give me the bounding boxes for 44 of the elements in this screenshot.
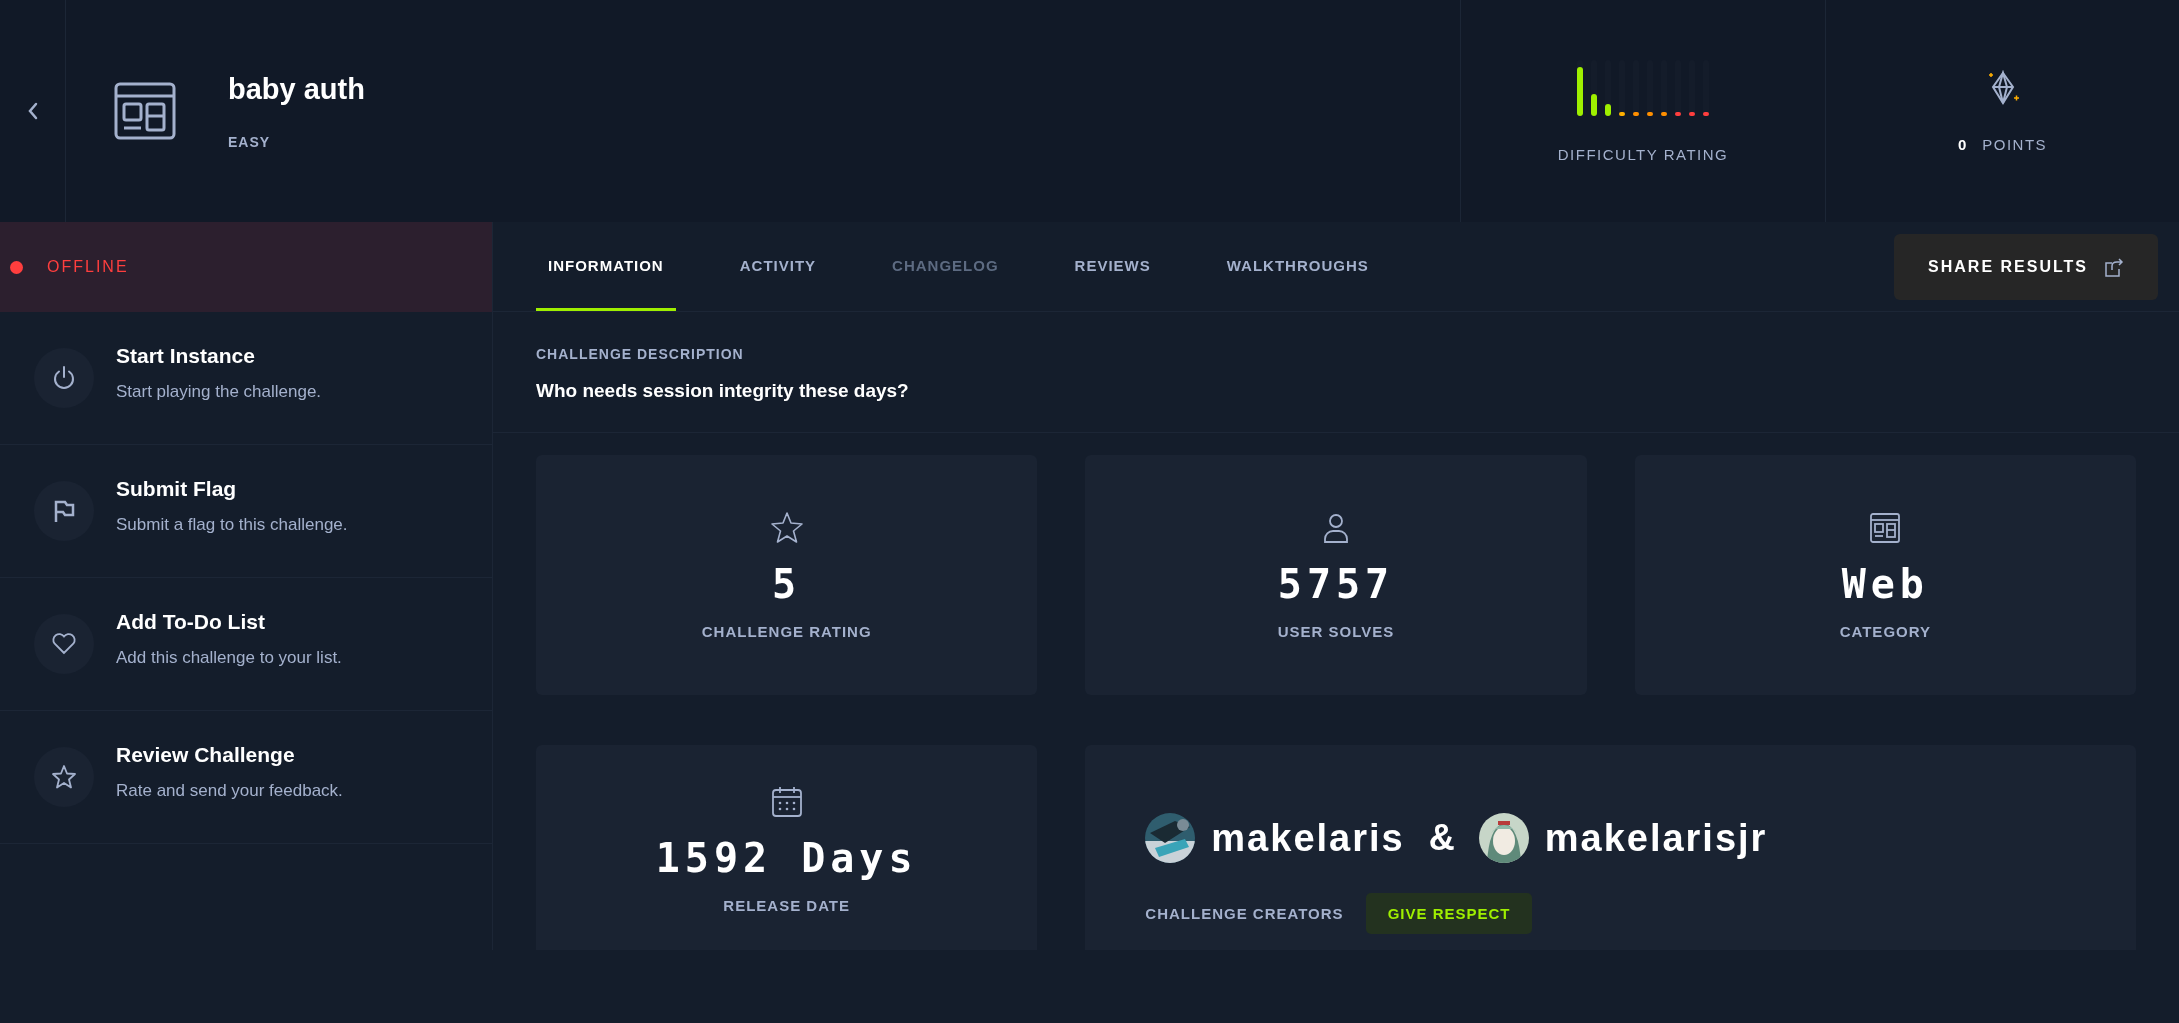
sidebar-action[interactable]: Add To-Do List Add this challenge to your list.	[0, 578, 492, 711]
creator-name[interactable]: makelarisjr	[1544, 816, 1768, 860]
tab[interactable]: REVIEWS	[1062, 222, 1163, 311]
star-icon	[769, 510, 804, 545]
points-value: 0	[1957, 135, 1967, 153]
challenge-title: baby auth	[228, 72, 365, 106]
action-subtitle: Submit a flag to this challenge.	[116, 515, 348, 535]
stat-value: 1592 Days	[655, 835, 918, 881]
difficulty-label: EASY	[228, 133, 272, 150]
tab[interactable]: ACTIVITY	[727, 222, 829, 311]
creator-name[interactable]: makelaris	[1211, 816, 1405, 860]
tab[interactable]: INFORMATION	[536, 222, 676, 311]
stat-label: CHALLENGE RATING	[701, 622, 872, 640]
browser-window-icon	[1868, 510, 1903, 545]
give-respect-button[interactable]: GIVE RESPECT	[1365, 893, 1533, 934]
status-label: OFFLINE	[47, 258, 129, 276]
description-heading: CHALLENGE DESCRIPTION	[536, 346, 745, 362]
action-title: Start Instance	[116, 344, 256, 368]
creators-label: CHALLENGE CREATORS	[1145, 905, 1344, 922]
action-title: Add To-Do List	[116, 610, 266, 634]
difficulty-rating-label: DIFFICULTY RATING	[1557, 145, 1729, 163]
back-icon[interactable]	[26, 102, 39, 120]
sidebar-action[interactable]: Start Instance Start playing the challenge.	[0, 312, 492, 445]
action-title: Submit Flag	[116, 477, 238, 501]
stat-label: USER SOLVES	[1277, 622, 1395, 640]
action-subtitle: Rate and send your feedback.	[116, 781, 343, 801]
sidebar-action[interactable]: Review Challenge Rate and send your feedback.	[0, 711, 492, 844]
stat-value: Web	[1841, 560, 1929, 607]
stat-value: 5757	[1277, 560, 1395, 607]
action-subtitle: Add this challenge to your list.	[116, 648, 342, 668]
tab[interactable]: WALKTHROUGHS	[1214, 222, 1381, 311]
description-text: Who needs session integrity these days?	[536, 380, 910, 402]
share-icon	[2104, 256, 2124, 277]
ampersand: &	[1428, 817, 1455, 859]
stat-label: RELEASE DATE	[723, 897, 851, 914]
stat-label: CATEGORY	[1839, 622, 1931, 640]
action-subtitle: Start playing the challenge.	[116, 382, 322, 402]
calendar-icon	[769, 785, 804, 819]
share-results-button[interactable]: SHARE RESULTS	[1894, 233, 2158, 300]
action-title: Review Challenge	[116, 743, 296, 767]
stat-value: 5	[772, 560, 802, 607]
sidebar-action[interactable]: Submit Flag Submit a flag to this challenge.	[0, 445, 492, 578]
browser-window-icon	[114, 82, 176, 140]
points-label: POINTS	[1982, 135, 2048, 153]
